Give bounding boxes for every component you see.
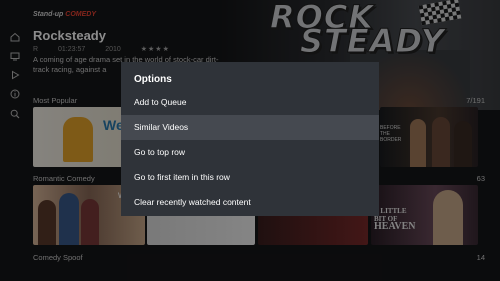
option-clear-recently-watched[interactable]: Clear recently watched content (121, 190, 379, 215)
option-add-to-queue[interactable]: Add to Queue (121, 90, 379, 115)
option-go-to-top-row[interactable]: Go to top row (121, 140, 379, 165)
option-go-to-first-item[interactable]: Go to first item in this row (121, 165, 379, 190)
dialog-title: Options (134, 74, 172, 85)
options-dialog: Options Add to Queue Similar Videos Go t… (121, 62, 379, 216)
option-similar-videos[interactable]: Similar Videos (121, 115, 379, 140)
